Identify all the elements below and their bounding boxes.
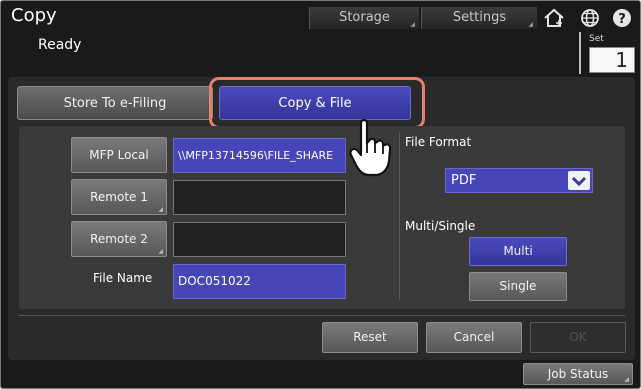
file-name-label: File Name	[93, 271, 153, 285]
mfp-local-button[interactable]: MFP Local	[71, 137, 167, 173]
status-text: Ready	[38, 37, 82, 53]
tab-store-to-efiling[interactable]: Store To e-Filing	[17, 86, 213, 120]
globe-icon[interactable]	[577, 7, 603, 29]
pointing-hand-icon	[349, 117, 395, 179]
corner-arrow-icon: ◢	[624, 376, 629, 383]
remote-1-button[interactable]: Remote 1 ◢	[71, 179, 167, 215]
remote-1-label: Remote 1	[90, 190, 148, 204]
remote-2-button[interactable]: Remote 2 ◢	[71, 221, 167, 257]
mfp-local-path-field[interactable]: \\MFP13714596\FILE_SHARE	[173, 138, 346, 173]
single-button[interactable]: Single	[469, 272, 567, 301]
reset-button[interactable]: Reset	[322, 322, 418, 353]
copy-file-settings: MFP Local \\MFP13714596\FILE_SHARE Remot…	[19, 126, 625, 309]
cancel-button[interactable]: Cancel	[426, 322, 522, 353]
settings-button[interactable]: Settings ◢	[421, 7, 537, 29]
job-status-label: Job Status	[547, 367, 609, 381]
set-label: Set	[589, 34, 604, 44]
corner-arrow-icon: ◢	[410, 21, 415, 28]
corner-arrow-icon: ◢	[528, 21, 533, 28]
ok-button[interactable]: OK	[530, 322, 626, 353]
file-format-label: File Format	[405, 135, 472, 149]
corner-arrow-icon: ◢	[158, 248, 163, 255]
file-format-value: PDF	[451, 173, 477, 188]
top-bar: Copy Storage ◢ Settings ◢ ?	[1, 1, 640, 35]
app-title: Copy	[11, 5, 57, 26]
storage-button[interactable]: Storage ◢	[309, 7, 419, 29]
chevron-down-icon	[568, 171, 590, 190]
main-panel: Store To e-Filing Copy & File MFP Local …	[8, 77, 635, 360]
home-icon[interactable]	[541, 7, 567, 29]
file-format-dropdown[interactable]: PDF	[445, 168, 593, 193]
file-name-field[interactable]: DOC051022	[173, 264, 346, 299]
svg-text:?: ?	[618, 12, 626, 27]
vertical-divider	[399, 132, 400, 300]
help-icon[interactable]: ?	[609, 7, 635, 29]
remote-2-path-field[interactable]	[173, 222, 346, 257]
job-status-button[interactable]: Job Status ◢	[523, 363, 633, 385]
storage-label: Storage	[339, 10, 390, 25]
set-value[interactable]: 1	[589, 47, 635, 73]
remote-1-path-field[interactable]	[173, 180, 346, 215]
remote-2-label: Remote 2	[90, 232, 148, 246]
horizontal-divider	[19, 315, 625, 316]
copy-screen: Copy Storage ◢ Settings ◢ ? Ready Set 1 …	[0, 0, 641, 389]
corner-arrow-icon: ◢	[158, 206, 163, 213]
settings-label: Settings	[452, 10, 507, 25]
multi-button[interactable]: Multi	[469, 237, 567, 266]
multi-single-label: Multi/Single	[405, 219, 476, 233]
set-counter: Set 1	[579, 32, 637, 74]
